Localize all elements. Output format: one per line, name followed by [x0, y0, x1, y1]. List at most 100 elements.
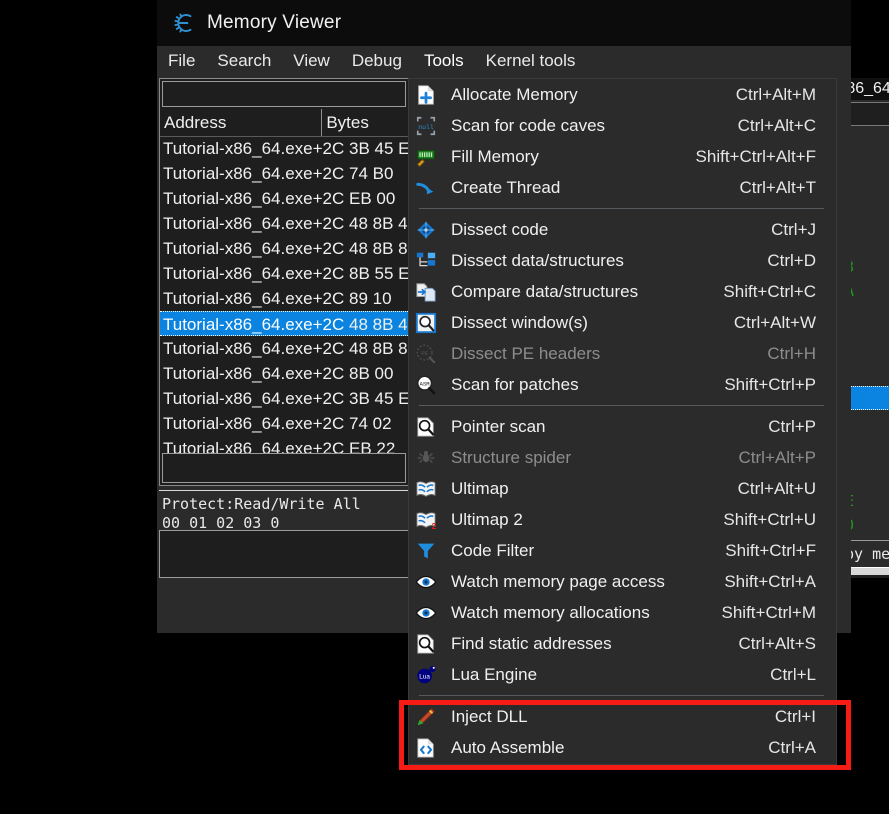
menu-item-shortcut: Shift+Ctrl+Alt+F [695, 146, 816, 166]
address-list-header: Address Bytes [160, 109, 408, 137]
memory-protect-status-2: 00 01 02 03 0 [159, 516, 409, 530]
address-list-row[interactable]: Tutorial-x86_64.exe+2C 48 8B 4 [160, 311, 408, 336]
menu-item-dissect-pe[interactable]: PE Dissect PE headers Ctrl+H [409, 338, 836, 369]
column-header-address[interactable]: Address [160, 109, 323, 136]
menu-item-find-static[interactable]: Find static addresses Ctrl+Alt+S [409, 628, 836, 659]
menu-item-shortcut: Shift+Ctrl+A [724, 571, 816, 591]
menubar-item-tools[interactable]: Tools [412, 49, 475, 73]
menu-item-shortcut: Ctrl+A [768, 737, 816, 757]
address-list-row[interactable]: Tutorial-x86_64.exe+2C 74 02 [160, 411, 408, 436]
address-list-row[interactable]: Tutorial-x86_64.exe+2C 48 8B 4 [160, 211, 408, 236]
menu-item-label: Find static addresses [451, 633, 612, 653]
memory-protect-status: Protect:Read/Write All [159, 490, 409, 516]
menu-item-label: Pointer scan [451, 416, 546, 436]
menu-item-code-filter[interactable]: Code Filter Shift+Ctrl+F [409, 535, 836, 566]
menu-item-ultimap[interactable]: Ultimap Ctrl+Alt+U [409, 473, 836, 504]
menu-item-label: Watch memory page access [451, 571, 665, 591]
scan-patches-icon: ASM [413, 373, 439, 397]
menu-item-inject-dll[interactable]: Inject DLL Ctrl+I [409, 701, 836, 732]
code-caves-icon: null [413, 114, 439, 138]
menu-separator [419, 695, 824, 696]
menu-item-lua-engine[interactable]: Lua Lua Engine Ctrl+L [409, 659, 836, 690]
address-list-row[interactable]: Tutorial-x86_64.exe+2C 48 8B 8 [160, 336, 408, 361]
menu-item-label: Ultimap 2 [451, 509, 523, 529]
menu-item-label: Inject DLL [451, 706, 528, 726]
address-list-footer-box[interactable] [162, 453, 406, 483]
menu-item-label: Create Thread [451, 177, 561, 197]
bytes-cell: 8B 55 E [344, 264, 408, 283]
menu-item-shortcut: Ctrl+J [771, 219, 816, 239]
menubar-item-file[interactable]: File [157, 49, 206, 73]
address-list-row[interactable]: Tutorial-x86_64.exe+2C 74 B0 [160, 161, 408, 186]
menubar-item-kernel-tools[interactable]: Kernel tools [475, 49, 587, 73]
menu-item-shortcut: Ctrl+Alt+T [739, 177, 816, 197]
address-cell: Tutorial-x86_64.exe+2C [163, 364, 345, 383]
address-list-row[interactable]: Tutorial-x86_64.exe+2C 3B 45 E [160, 386, 408, 411]
menu-item-label: Scan for patches [451, 374, 579, 394]
bytes-cell: 8B 00 [344, 364, 394, 383]
window-title: Memory Viewer [207, 12, 342, 33]
address-cell: Tutorial-x86_64.exe+2C [163, 289, 345, 308]
menu-item-dissect-window[interactable]: Dissect window(s) Ctrl+Alt+W [409, 307, 836, 338]
menubar-item-search[interactable]: Search [206, 49, 282, 73]
menu-item-shortcut: Ctrl+Alt+P [738, 447, 816, 467]
address-cell: Tutorial-x86_64.exe+2C [163, 189, 345, 208]
memory-detail-box[interactable] [159, 530, 409, 578]
address-list-row[interactable]: Tutorial-x86_64.exe+2C 3B 45 E [160, 136, 408, 161]
menu-item-dissect-data[interactable]: Dissect data/structures Ctrl+D [409, 245, 836, 276]
bytes-cell: 48 8B 4 [344, 315, 408, 334]
menu-item-fill-memory[interactable]: Fill Memory Shift+Ctrl+Alt+F [409, 141, 836, 172]
menu-item-shortcut: Ctrl+I [774, 706, 816, 726]
tools-dropdown-menu[interactable]: Allocate Memory Ctrl+Alt+M null Scan for co… [408, 78, 837, 765]
menu-item-allocate-memory[interactable]: Allocate Memory Ctrl+Alt+M [409, 79, 836, 110]
menu-item-auto-assemble[interactable]: Auto Assemble Ctrl+A [409, 732, 836, 763]
svg-text:PE: PE [421, 349, 428, 356]
find-static-icon [413, 632, 439, 656]
menu-item-scan-patches[interactable]: ASM Scan for patches Shift+Ctrl+P [409, 369, 836, 400]
dissect-pe-icon: PE [413, 342, 439, 366]
address-list-row[interactable]: Tutorial-x86_64.exe+2C 89 10 [160, 286, 408, 311]
dissect-window-icon [413, 311, 439, 335]
address-list-row[interactable]: Tutorial-x86_64.exe+2C EB 00 [160, 186, 408, 211]
menu-item-watch-allocations[interactable]: Watch memory allocations Shift+Ctrl+M [409, 597, 836, 628]
address-cell: Tutorial-x86_64.exe+2C [163, 339, 345, 358]
address-list-row[interactable]: Tutorial-x86_64.exe+2C 8B 55 E [160, 261, 408, 286]
menu-item-dissect-code[interactable]: Dissect code Ctrl+J [409, 214, 836, 245]
menubar-item-debug[interactable]: Debug [341, 49, 413, 73]
menu-item-create-thread[interactable]: Create Thread Ctrl+Alt+T [409, 172, 836, 203]
title-bar[interactable]: Memory Viewer [157, 0, 851, 46]
menu-item-ultimap2[interactable]: 2 Ultimap 2 Shift+Ctrl+U [409, 504, 836, 535]
menu-item-compare-data[interactable]: Compare data/structures Shift+Ctrl+C [409, 276, 836, 307]
menu-item-label: Fill Memory [451, 146, 539, 166]
address-list-row[interactable]: Tutorial-x86_64.exe+2C 8B 00 [160, 361, 408, 386]
address-search-input[interactable] [162, 81, 406, 107]
menu-item-shortcut: Ctrl+Alt+C [737, 115, 816, 135]
menu-item-label: Code Filter [451, 540, 535, 560]
address-list-panel[interactable]: Address Bytes Tutorial-x86_64.exe+2C 3B … [159, 78, 409, 486]
bytes-cell: 48 8B 4 [344, 214, 408, 233]
menu-item-shortcut: Shift+Ctrl+F [725, 540, 816, 560]
bytes-cell: 3B 45 E [344, 389, 408, 408]
menu-item-shortcut: Shift+Ctrl+P [724, 374, 816, 394]
menu-item-shortcut: Ctrl+Alt+U [737, 478, 816, 498]
menu-bar[interactable]: File Search View Debug Tools Kernel tool… [157, 46, 851, 76]
bytes-cell: 48 8B 8 [344, 239, 408, 258]
address-list-rows[interactable]: Tutorial-x86_64.exe+2C 3B 45 E Tutorial-x… [160, 136, 408, 485]
menu-item-watch-page-access[interactable]: Watch memory page access Shift+Ctrl+A [409, 566, 836, 597]
inject-dll-icon [413, 705, 439, 729]
menu-separator [419, 405, 824, 406]
menubar-item-view[interactable]: View [282, 49, 341, 73]
address-cell: Tutorial-x86_64.exe+2C [163, 214, 345, 233]
create-thread-icon [413, 176, 439, 200]
menu-item-structure-spider[interactable]: Structure spider Ctrl+Alt+P [409, 442, 836, 473]
menu-item-label: Allocate Memory [451, 84, 578, 104]
bytes-cell: 74 B0 [344, 164, 394, 183]
ultimap2-icon: 2 [413, 508, 439, 532]
column-header-bytes[interactable]: Bytes [322, 109, 408, 136]
menu-item-code-caves[interactable]: null Scan for code caves Ctrl+Alt+C [409, 110, 836, 141]
watch-allocations-icon [413, 601, 439, 625]
address-list-row[interactable]: Tutorial-x86_64.exe+2C 48 8B 8 [160, 236, 408, 261]
menu-item-pointer-scan[interactable]: Pointer scan Ctrl+P [409, 411, 836, 442]
menu-item-shortcut: Ctrl+Alt+M [735, 84, 816, 104]
pointer-scan-icon [413, 415, 439, 439]
